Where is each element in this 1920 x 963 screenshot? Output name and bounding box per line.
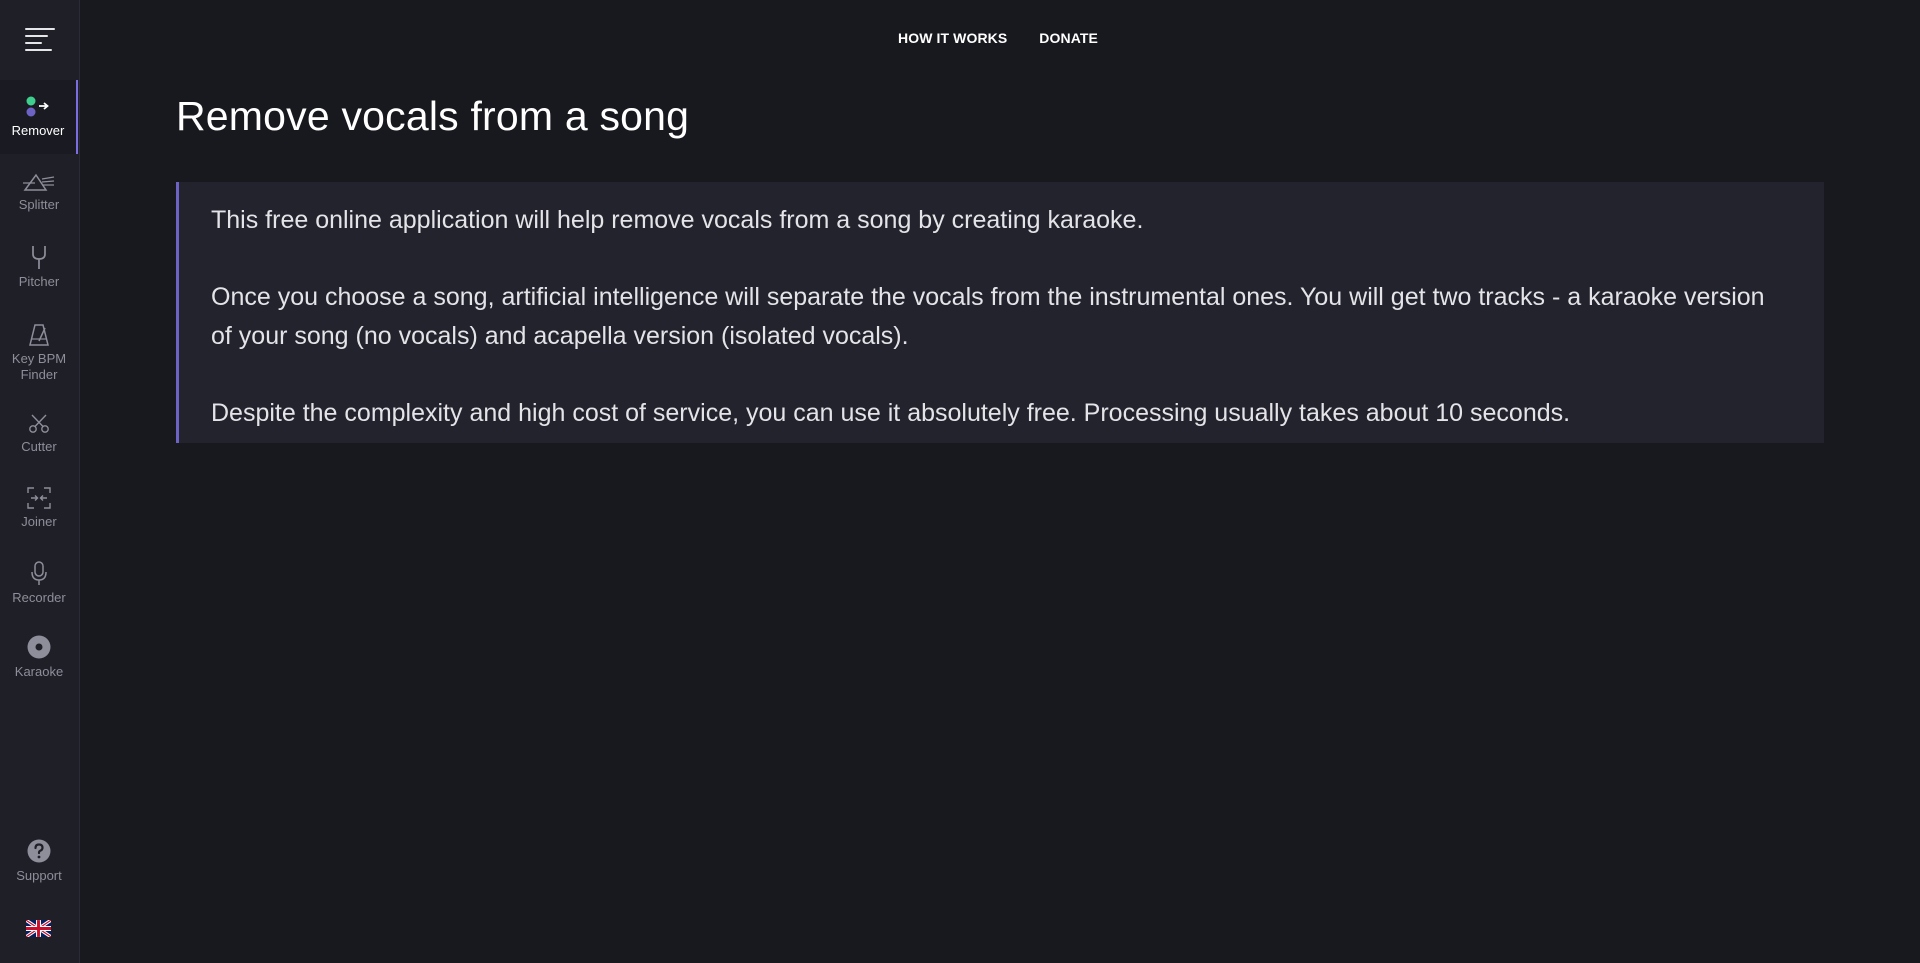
page-title: Remove vocals from a song bbox=[176, 93, 690, 139]
scissors-icon bbox=[29, 414, 49, 433]
tuning-fork-icon bbox=[32, 246, 46, 269]
metronome-icon bbox=[29, 324, 49, 346]
sidebar: Remover Splitter Pitcher Key BPM Finder … bbox=[0, 0, 80, 963]
uk-flag-icon[interactable] bbox=[25, 918, 52, 939]
sidebar-item-label: Key BPM Finder bbox=[11, 351, 67, 382]
description-paragraph: Once you choose a song, artificial intel… bbox=[211, 283, 1765, 350]
disc-icon bbox=[27, 635, 51, 659]
sidebar-item-label: Splitter bbox=[18, 197, 60, 212]
sidebar-item-label: Recorder bbox=[12, 590, 66, 605]
remover-icon bbox=[26, 96, 49, 117]
sidebar-item-cutter[interactable]: Cutter bbox=[0, 397, 78, 471]
sidebar-item-recorder[interactable]: Recorder bbox=[0, 546, 78, 620]
sidebar-item-label: Cutter bbox=[21, 439, 57, 454]
donate-link[interactable]: DONATE bbox=[1039, 30, 1098, 46]
description-paragraph: This free online application will help r… bbox=[211, 206, 1144, 234]
description-box: This free online application will help r… bbox=[176, 182, 1824, 443]
sidebar-item-support[interactable]: Support bbox=[0, 824, 78, 898]
sidebar-item-key-bpm-finder[interactable]: Key BPM Finder bbox=[0, 310, 78, 396]
how-it-works-link[interactable]: HOW IT WORKS bbox=[898, 30, 1007, 46]
sidebar-item-remover[interactable]: Remover bbox=[0, 80, 78, 154]
sidebar-item-pitcher[interactable]: Pitcher bbox=[0, 230, 78, 304]
top-navigation: HOW IT WORKS DONATE bbox=[898, 30, 1098, 46]
sidebar-item-label: Joiner bbox=[21, 514, 57, 529]
sidebar-item-splitter[interactable]: Splitter bbox=[0, 155, 78, 229]
sidebar-item-label: Pitcher bbox=[18, 274, 60, 289]
sidebar-item-label: Remover bbox=[11, 123, 65, 138]
sidebar-item-label: Karaoke bbox=[14, 664, 64, 679]
sidebar-item-joiner[interactable]: Joiner bbox=[0, 471, 78, 545]
microphone-icon bbox=[31, 561, 47, 585]
support-label: Support bbox=[16, 868, 62, 883]
help-circle-icon bbox=[27, 839, 51, 863]
description-paragraph: Despite the complexity and high cost of … bbox=[211, 399, 1571, 427]
joiner-icon bbox=[27, 487, 51, 509]
hamburger-menu-icon[interactable] bbox=[25, 28, 55, 52]
sidebar-item-karaoke[interactable]: Karaoke bbox=[0, 620, 78, 694]
splitter-icon bbox=[23, 173, 55, 191]
